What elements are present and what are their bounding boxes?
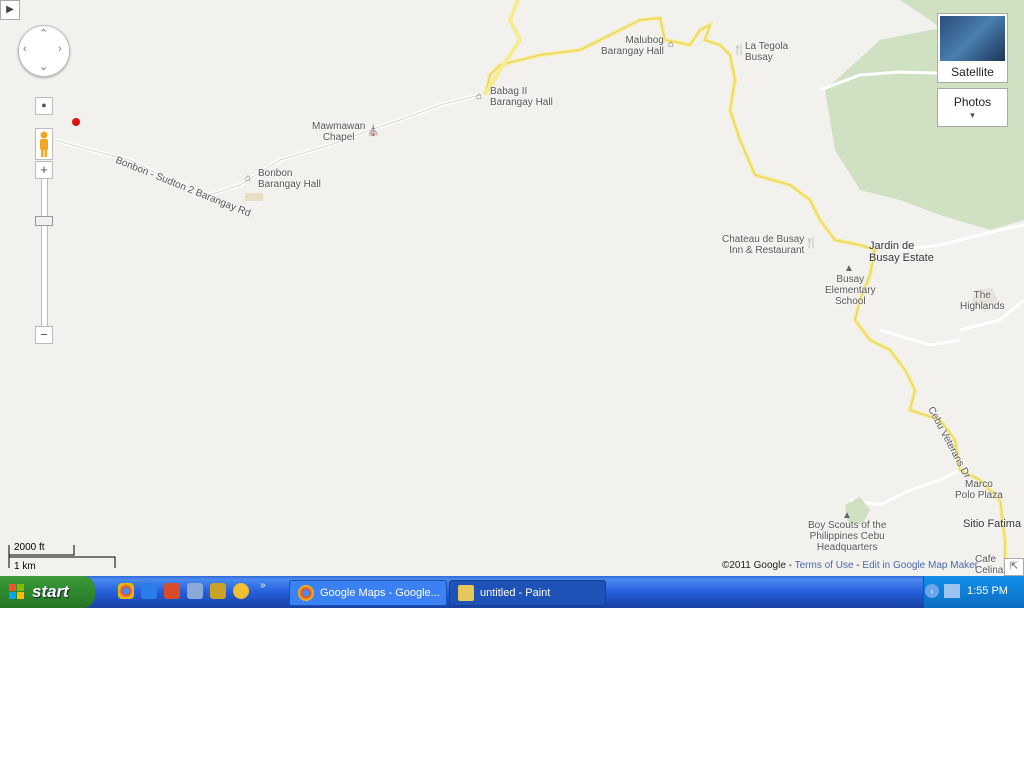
restaurant-icon: 🍴 <box>805 238 818 249</box>
chapel-icon: ⛪ <box>367 126 380 137</box>
red-marker <box>72 118 80 126</box>
taskbar: start » Google Maps - Google... untitled… <box>0 576 1024 608</box>
map-canvas[interactable]: ⌂ ⛪ ⌂ ⌂ 🍴 🍴 ▲ ▲ Bonbon - Sudton 2 Barang… <box>0 0 1024 576</box>
satellite-toggle[interactable]: Satellite <box>937 13 1008 83</box>
dot-icon: ● <box>41 100 47 110</box>
zoom-slider-track[interactable] <box>41 178 48 330</box>
zoom-slider-handle[interactable] <box>35 216 53 226</box>
paint-icon <box>458 585 474 601</box>
pan-left-icon[interactable]: ‹ <box>23 43 27 55</box>
network-icon[interactable] <box>944 584 960 598</box>
scale-feet: 2000 ft <box>14 542 45 553</box>
app-icon[interactable] <box>187 583 203 599</box>
photos-label: Photos <box>953 95 992 109</box>
poi-label-la-tegola[interactable]: La Tegola Busay <box>745 41 788 63</box>
poi-label-boy-scouts[interactable]: Boy Scouts of the Philippines Cebu Headq… <box>808 520 886 553</box>
poi-label-jardin[interactable]: Jardin de Busay Estate <box>869 240 934 264</box>
building-icon: ⌂ <box>245 173 252 184</box>
expand-button[interactable]: ⇱ <box>1004 558 1024 576</box>
media-player-icon[interactable] <box>233 583 249 599</box>
street-view-pegman[interactable] <box>35 128 53 160</box>
quicklaunch-more-icon[interactable]: » <box>260 580 266 591</box>
system-tray: ‹ 1:55 PM <box>923 576 1024 608</box>
chrome-icon[interactable] <box>118 583 134 599</box>
poi-label-sitio-fatima[interactable]: Sitio Fatima <box>963 518 1021 530</box>
map-maker-link[interactable]: Edit in Google Map Maker <box>862 560 978 571</box>
collapse-panel-button[interactable]: ▶ <box>0 0 20 20</box>
building-icon: ⌂ <box>476 91 483 102</box>
caret-down-icon: ▼ <box>968 111 977 120</box>
poi-label-mawmawan-chapel[interactable]: Mawmawan Chapel <box>312 121 365 143</box>
poi-label-cafe[interactable]: Cafe Celina <box>975 554 1003 576</box>
poi-label-bonbon-hall[interactable]: Bonbon Barangay Hall <box>258 168 321 190</box>
chevron-left-icon[interactable]: ‹ <box>925 584 939 598</box>
app-icon[interactable] <box>210 583 226 599</box>
taskbar-window-paint[interactable]: untitled - Paint <box>449 580 606 606</box>
hall-lot <box>245 193 263 201</box>
poi-label-babag-hall[interactable]: Babag II Barangay Hall <box>490 86 553 108</box>
zoom-out-button[interactable]: − <box>35 326 53 344</box>
firefox-icon[interactable] <box>164 583 180 599</box>
chevron-right-icon: ▶ <box>6 4 14 15</box>
satellite-thumbnail <box>940 16 1005 61</box>
clock[interactable]: 1:55 PM <box>967 585 1008 597</box>
poi-label-chateau[interactable]: Chateau de Busay Inn & Restaurant <box>722 234 804 256</box>
expand-icon: ⇱ <box>1009 561 1019 572</box>
school-icon: ▲ <box>844 263 854 274</box>
my-location-button[interactable]: ● <box>35 97 53 115</box>
photos-toggle[interactable]: Photos ▼ <box>937 88 1008 127</box>
poi-label-busay-school[interactable]: Busay Elementary School <box>825 274 876 307</box>
internet-explorer-icon[interactable] <box>141 583 157 599</box>
taskbar-window-chrome[interactable]: Google Maps - Google... <box>289 580 447 606</box>
pan-right-icon[interactable]: › <box>58 43 62 55</box>
poi-label-highlands[interactable]: The Highlands <box>960 290 1004 312</box>
start-button[interactable]: start <box>0 576 95 608</box>
copyright-bar: ©2011 Google - Terms of Use - Edit in Go… <box>722 560 978 571</box>
poi-label-marco-polo[interactable]: Marco Polo Plaza <box>955 479 1003 501</box>
start-label: start <box>32 582 69 601</box>
zoom-in-button[interactable]: + <box>35 161 53 179</box>
chrome-icon <box>298 585 314 601</box>
terms-link[interactable]: Terms of Use <box>795 560 854 571</box>
pan-up-icon[interactable]: ⌃ <box>39 27 48 40</box>
poi-label-malubog-hall[interactable]: Malubog Barangay Hall <box>601 35 664 57</box>
copyright-text: ©2011 Google - <box>722 560 795 571</box>
restaurant-icon: 🍴 <box>733 45 746 56</box>
windows-flag-icon <box>9 584 24 599</box>
pan-down-icon[interactable]: ⌄ <box>39 60 48 73</box>
taskbar-window-label: Google Maps - Google... <box>320 587 440 599</box>
scale-km: 1 km <box>14 561 36 572</box>
pegman-icon <box>40 131 48 157</box>
pan-control[interactable]: ⌃ ⌄ ‹ › <box>18 25 70 77</box>
satellite-label: Satellite <box>951 65 994 79</box>
taskbar-window-label: untitled - Paint <box>480 587 551 599</box>
building-icon: ⌂ <box>668 39 675 50</box>
